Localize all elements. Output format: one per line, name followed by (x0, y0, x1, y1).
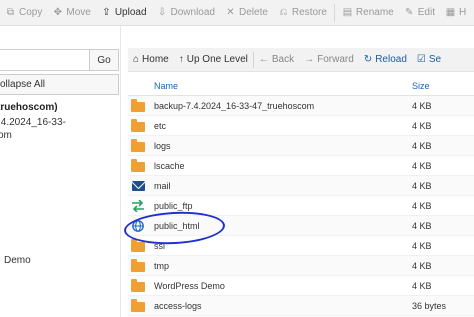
file-size: 4 KB (412, 180, 432, 191)
tree-subfolder[interactable]: .4.2024_16-33- om (0, 116, 66, 142)
size-column-header[interactable]: Size (412, 81, 430, 91)
folder-icon (131, 298, 145, 312)
rename-button[interactable]: ▤ Rename (337, 0, 399, 26)
delete-icon: ✕ (226, 7, 235, 18)
table-row[interactable]: backup-7.4.2024_16-33-47_truehoscom 4 KB (128, 96, 474, 116)
download-button[interactable]: ⇩ Download (152, 0, 220, 26)
table-row[interactable]: WordPress Demo 4 KB (128, 276, 474, 296)
file-name: lscache (154, 160, 185, 171)
up-arrow-icon: ↑ (178, 54, 184, 65)
file-name: tmp (154, 260, 170, 271)
file-name: mail (154, 180, 171, 191)
upload-icon: ⇪ (102, 7, 111, 18)
upload-button[interactable]: ⇪ Upload (96, 0, 152, 26)
restore-icon: ⎌ (279, 7, 288, 18)
folder-icon (131, 158, 145, 172)
home-icon: ⌂ (133, 54, 140, 65)
transfer-icon (131, 199, 145, 212)
file-size: 4 KB (412, 120, 432, 131)
checkbox-icon: ☑ (416, 54, 426, 65)
file-size: 36 bytes (412, 300, 447, 311)
file-name: access-logs (154, 300, 202, 311)
table-row[interactable]: mail 4 KB (128, 176, 474, 196)
home-button[interactable]: ⌂ Home (128, 48, 174, 72)
table-row[interactable]: access-logs 36 bytes (128, 296, 474, 316)
reload-icon: ↻ (363, 54, 373, 65)
select-all-button[interactable]: ☑ Se (412, 48, 446, 72)
path-input[interactable] (0, 49, 90, 71)
file-name: logs (154, 140, 171, 151)
forward-button[interactable]: → Forward (299, 48, 359, 72)
tree-subfolder-line2: om (0, 130, 12, 141)
move-button[interactable]: ✥ Move (47, 0, 95, 26)
move-icon: ✥ (53, 7, 63, 18)
table-row[interactable]: lscache 4 KB (128, 156, 474, 176)
file-name: WordPress Demo (154, 280, 225, 291)
folder-icon (131, 98, 145, 112)
folder-icon (131, 118, 145, 132)
back-button[interactable]: ← Back (254, 48, 299, 72)
delete-button[interactable]: ✕ Delete (220, 0, 273, 26)
mail-icon (131, 180, 145, 192)
rename-icon: ▤ (342, 7, 353, 18)
file-size: 4 KB (412, 220, 432, 231)
edit-button[interactable]: ✎ Edit (399, 0, 440, 26)
file-name: backup-7.4.2024_16-33-47_truehoscom (154, 100, 315, 111)
file-size: 4 KB (412, 280, 432, 291)
folder-icon (131, 258, 145, 272)
tree-subfolder-line1: .4.2024_16-33- (0, 117, 66, 128)
html-editor-icon: ▦ (445, 7, 456, 18)
file-size: 4 KB (412, 240, 432, 251)
navigation-bar: ⌂ Home ↑ Up One Level ← Back → Forward ↻ Relo… (128, 48, 474, 72)
table-row[interactable]: logs 4 KB (128, 136, 474, 156)
go-button[interactable]: Go (89, 49, 119, 71)
reload-button[interactable]: ↻ Reload (359, 48, 412, 72)
file-table: Name Size backup-7.4.2024_16-33-47_trueh… (128, 76, 474, 316)
download-icon: ⇩ (157, 7, 167, 18)
folder-icon (131, 138, 145, 152)
edit-icon: ✎ (405, 7, 414, 18)
tree-item-demo[interactable]: Demo (4, 255, 31, 266)
copy-button[interactable]: ⧉ Copy (0, 0, 47, 26)
file-size: 4 KB (412, 160, 432, 171)
restore-button[interactable]: ⎌ Restore (273, 0, 332, 26)
tree-root-label[interactable]: truehoscom) (0, 102, 58, 113)
file-size: 4 KB (412, 200, 432, 211)
up-one-level-button[interactable]: ↑ Up One Level (174, 48, 253, 72)
toolbar: ⧉ Copy ✥ Move ⇪ Upload ⇩ Download ✕ Delete ⎌ R… (0, 0, 474, 26)
forward-arrow-icon: → (304, 54, 315, 65)
table-header: Name Size (128, 76, 474, 96)
file-name: public_ftp (154, 200, 193, 211)
table-row[interactable]: etc 4 KB (128, 116, 474, 136)
file-size: 4 KB (412, 100, 432, 111)
table-row[interactable]: tmp 4 KB (128, 256, 474, 276)
html-editor-button[interactable]: ▦ H (440, 0, 471, 26)
directory-tree-pane: Go ollapse All truehoscom) .4.2024_16-33… (0, 26, 121, 317)
collapse-all-button[interactable]: ollapse All (0, 74, 119, 95)
file-size: 4 KB (412, 260, 432, 271)
toolbar-divider (333, 3, 335, 22)
file-name: etc (154, 120, 167, 131)
folder-icon (131, 278, 145, 292)
back-arrow-icon: ← (258, 54, 269, 65)
name-column-header[interactable]: Name (154, 81, 412, 91)
copy-icon: ⧉ (6, 7, 15, 18)
file-size: 4 KB (412, 140, 432, 151)
